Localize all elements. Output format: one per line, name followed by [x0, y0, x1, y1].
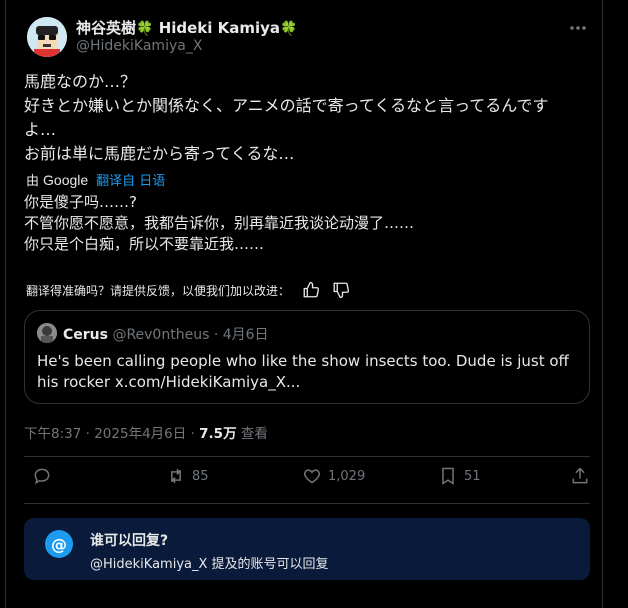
translated-line: 你只是个白痴，所以不要靠近我…… — [24, 235, 265, 253]
reply-icon — [34, 468, 50, 485]
tweet-line: お前は単に馬鹿だから寄ってくるな… — [24, 144, 295, 163]
translation-attribution: 由 Google 翻译自 日语 — [26, 170, 165, 190]
retweet-count: 85 — [192, 468, 209, 484]
by-label: 由 — [26, 174, 40, 189]
translated-from-link[interactable]: 翻译自 日语 — [96, 170, 165, 189]
action-bar: 85 1,029 51 — [24, 466, 590, 496]
tweet-line: 馬鹿なのか…？ — [24, 72, 137, 91]
author-avatar[interactable] — [27, 17, 67, 57]
author-name-latin: Hideki Kamiya — [158, 19, 281, 37]
tweet-line: よ… — [24, 120, 57, 139]
at-sign-icon: @ — [45, 530, 73, 558]
heart-icon — [303, 469, 321, 484]
retweet-icon — [171, 468, 181, 484]
author-handle[interactable]: @HidekiKamiya_X — [76, 38, 202, 54]
tweet-column: 神谷英樹🍀 Hideki Kamiya🍀 @HidekiKamiya_X 馬鹿な… — [5, 0, 603, 608]
thumbs-down-icon[interactable] — [332, 281, 350, 299]
divider — [24, 456, 590, 457]
google-logo: Google — [43, 171, 89, 188]
clover-icon-2: 🍀 — [280, 21, 298, 37]
feedback-prompt: 翻译得准确吗？请提供反馈，以便我们加以改进： — [26, 283, 291, 298]
bookmark-count: 51 — [464, 468, 481, 484]
translated-line: 你是傻子吗……? — [24, 193, 137, 211]
share-icon — [572, 467, 588, 484]
reply-button[interactable] — [32, 466, 58, 486]
quoted-author-name[interactable]: Cerus — [63, 327, 108, 343]
tweet-date[interactable]: 2025年4月6日 — [94, 426, 186, 442]
translation-feedback: 翻译得准确吗？请提供反馈，以便我们加以改进： — [26, 281, 350, 299]
tweet-line: 好きとか嫌いとか関係なく、アニメの話で寄ってくるなと言ってるんです — [24, 96, 549, 115]
clover-icon: 🍀 — [136, 21, 154, 37]
like-count: 1,029 — [328, 468, 366, 484]
reply-restriction-title: 谁可以回复? — [90, 533, 169, 549]
more-options-icon[interactable] — [568, 18, 588, 38]
quoted-author-avatar[interactable] — [37, 323, 57, 343]
translated-text: 你是傻子吗……? 不管你愿不愿意，我都告诉你，别再靠近我谈论动漫了…… 你只是个… — [24, 192, 584, 255]
quoted-tweet[interactable]: Cerus @Rev0ntheus · 4月6日 He's been calli… — [24, 310, 590, 404]
thumbs-up-icon[interactable] — [302, 281, 320, 299]
bookmark-button[interactable]: 51 — [438, 466, 481, 486]
quoted-header: Cerus @Rev0ntheus · 4月6日 — [63, 324, 269, 344]
views-label: 查看 — [240, 426, 268, 442]
quoted-text: He's been calling people who like the sh… — [37, 352, 569, 391]
translated-line: 不管你愿不愿意，我都告诉你，别再靠近我谈论动漫了…… — [24, 214, 415, 232]
quoted-date[interactable]: 4月6日 — [223, 327, 269, 343]
tweet-time[interactable]: 下午8:37 — [24, 426, 81, 442]
like-button[interactable]: 1,029 — [302, 466, 365, 486]
share-button[interactable] — [570, 466, 590, 486]
tweet-text: 馬鹿なのか…？ 好きとか嫌いとか関係なく、アニメの話で寄ってくるなと言ってるんで… — [24, 70, 584, 166]
quoted-author-handle[interactable]: @Rev0ntheus — [112, 327, 209, 343]
bookmark-icon — [442, 467, 454, 485]
divider-2 — [24, 503, 590, 504]
meta-dot: · — [85, 426, 90, 442]
reply-restriction-panel: @ 谁可以回复? @HidekiKamiya_X 提及的账号可以回复 — [24, 518, 590, 580]
author-display-name: 神谷英樹 — [76, 19, 137, 37]
quoted-dot: · — [213, 327, 219, 343]
reply-restriction-subtitle: @HidekiKamiya_X 提及的账号可以回复 — [90, 557, 329, 572]
meta-dot-2: · — [190, 426, 195, 442]
tweet-meta: 下午8:37 · 2025年4月6日 · 7.5万 查看 — [24, 422, 268, 442]
retweet-button[interactable]: 85 — [166, 466, 209, 486]
author-name[interactable]: 神谷英樹🍀 Hideki Kamiya🍀 — [76, 17, 298, 38]
views-count[interactable]: 7.5万 — [199, 426, 236, 442]
